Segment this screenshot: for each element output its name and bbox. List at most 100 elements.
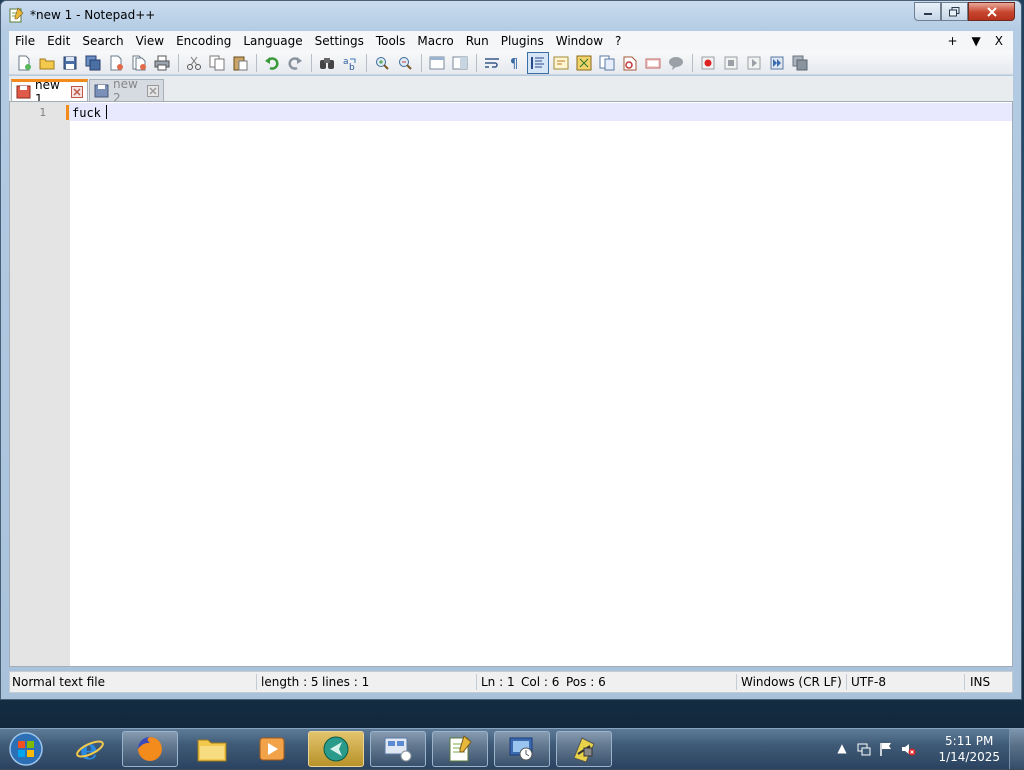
word-wrap-button[interactable] <box>481 52 503 74</box>
new-file-button[interactable] <box>13 52 35 74</box>
menu-encoding[interactable]: Encoding <box>170 31 237 51</box>
macro-run-multiple-button[interactable] <box>766 52 788 74</box>
title-bar[interactable]: *new 1 - Notepad++ <box>1 1 1021 31</box>
replace-button[interactable]: ab <box>339 52 361 74</box>
tab-list-dropdown-button[interactable]: ▼ <box>972 31 981 51</box>
print-button[interactable] <box>151 52 173 74</box>
stop-icon <box>724 56 738 69</box>
indent-guide-icon <box>531 56 544 69</box>
folder-as-workspace-button[interactable] <box>619 52 641 74</box>
redo-button[interactable] <box>284 52 306 74</box>
taskbar-game-app[interactable] <box>556 731 612 767</box>
new-file-icon <box>18 55 31 70</box>
menu-plugins[interactable]: Plugins <box>495 31 550 51</box>
close-file-button[interactable] <box>105 52 127 74</box>
macro-save-button[interactable] <box>789 52 811 74</box>
menu-macro[interactable]: Macro <box>411 31 459 51</box>
copy-button[interactable] <box>206 52 228 74</box>
volume-muted-icon[interactable] <box>900 741 916 757</box>
paste-button[interactable] <box>229 52 251 74</box>
comment-button[interactable] <box>665 52 687 74</box>
taskbar-media-player[interactable] <box>244 731 300 767</box>
restore-icon <box>949 6 960 16</box>
macro-playback-button[interactable] <box>743 52 765 74</box>
save-all-button[interactable] <box>82 52 104 74</box>
toolbar-separator <box>692 53 693 72</box>
macro-record-button[interactable] <box>697 52 719 74</box>
taskbar-network-app[interactable] <box>370 731 426 767</box>
zoom-out-button[interactable] <box>394 52 416 74</box>
taskbar-notepadpp[interactable] <box>432 731 488 767</box>
network-icon[interactable] <box>856 741 872 757</box>
tab-new-1[interactable]: new 1 <box>11 78 88 106</box>
tab-close-icon[interactable] <box>71 85 83 98</box>
close-button[interactable] <box>968 2 1015 21</box>
macro-stop-button[interactable] <box>720 52 742 74</box>
open-file-button[interactable] <box>36 52 58 74</box>
minimize-icon <box>923 12 932 15</box>
speech-bubble-icon <box>669 56 683 70</box>
text-editor-area[interactable]: 1 fuck <box>9 101 1013 667</box>
action-center-flag-icon[interactable] <box>878 741 894 757</box>
cut-button[interactable] <box>183 52 205 74</box>
menu-tools[interactable]: Tools <box>370 31 412 51</box>
undo-button[interactable] <box>261 52 283 74</box>
system-clock[interactable]: 5:11 PM 1/14/2025 <box>938 733 1000 765</box>
status-eol-format[interactable]: Windows (CR LF) <box>741 675 842 689</box>
menu-search[interactable]: Search <box>76 31 129 51</box>
save-button[interactable] <box>59 52 81 74</box>
show-desktop-button[interactable] <box>1009 729 1024 769</box>
tab-new-2[interactable]: new 2 <box>89 77 164 105</box>
udl-icon <box>553 56 569 69</box>
notepadpp-app-icon[interactable] <box>8 7 24 23</box>
show-all-characters-button[interactable]: ¶ <box>504 52 526 74</box>
menu-file[interactable]: File <box>9 31 41 51</box>
menu-language[interactable]: Language <box>237 31 308 51</box>
menu-window[interactable]: Window <box>550 31 609 51</box>
windows-taskbar: e ▲ 5:11 PM 1/14/2025 <box>0 728 1024 769</box>
user-defined-language-button[interactable] <box>550 52 572 74</box>
taskbar-teal-app[interactable] <box>308 731 364 767</box>
close-file-icon <box>110 55 123 70</box>
sync-vertical-icon <box>429 56 445 69</box>
indent-guide-button[interactable] <box>527 51 549 74</box>
new-tab-plus-button[interactable]: + <box>947 31 957 51</box>
show-hidden-icons-icon[interactable]: ▲ <box>834 741 850 757</box>
status-encoding[interactable]: UTF-8 <box>851 675 886 689</box>
menu-edit[interactable]: Edit <box>41 31 76 51</box>
minimize-button[interactable] <box>914 2 941 21</box>
sync-vertical-scroll-button[interactable] <box>426 52 448 74</box>
menu-run[interactable]: Run <box>460 31 495 51</box>
toolbar-separator <box>366 53 367 72</box>
internet-explorer-icon: e <box>76 734 104 764</box>
close-document-button[interactable]: X <box>995 31 1003 51</box>
find-button[interactable] <box>316 52 338 74</box>
document-map-button[interactable] <box>573 52 595 74</box>
toolbar-separator <box>178 53 179 72</box>
line-number-gutter <box>10 102 70 666</box>
firefox-icon <box>138 737 162 761</box>
maximize-button[interactable] <box>941 2 968 21</box>
status-divider <box>256 674 257 690</box>
taskbar-system-tool[interactable] <box>494 731 550 767</box>
teal-arrow-icon <box>323 736 349 762</box>
status-divider <box>846 674 847 690</box>
taskbar-firefox[interactable] <box>122 731 178 767</box>
svg-text:e: e <box>80 734 98 764</box>
close-icon <box>986 6 997 17</box>
sync-horizontal-scroll-button[interactable] <box>449 52 471 74</box>
menu-help[interactable]: ? <box>609 31 627 51</box>
taskbar-internet-explorer[interactable]: e <box>62 731 118 767</box>
monitoring-button[interactable] <box>642 52 664 74</box>
start-button[interactable] <box>6 731 46 767</box>
menu-view[interactable]: View <box>130 31 170 51</box>
print-icon <box>154 55 170 70</box>
zoom-in-button[interactable] <box>371 52 393 74</box>
close-all-button[interactable] <box>128 52 150 74</box>
taskbar-file-explorer[interactable] <box>184 731 240 767</box>
status-insert-mode[interactable]: INS <box>970 675 990 689</box>
editor-line[interactable]: fuck <box>72 105 107 120</box>
tab-close-icon[interactable] <box>147 84 159 97</box>
menu-settings[interactable]: Settings <box>309 31 370 51</box>
function-list-button[interactable] <box>596 52 618 74</box>
